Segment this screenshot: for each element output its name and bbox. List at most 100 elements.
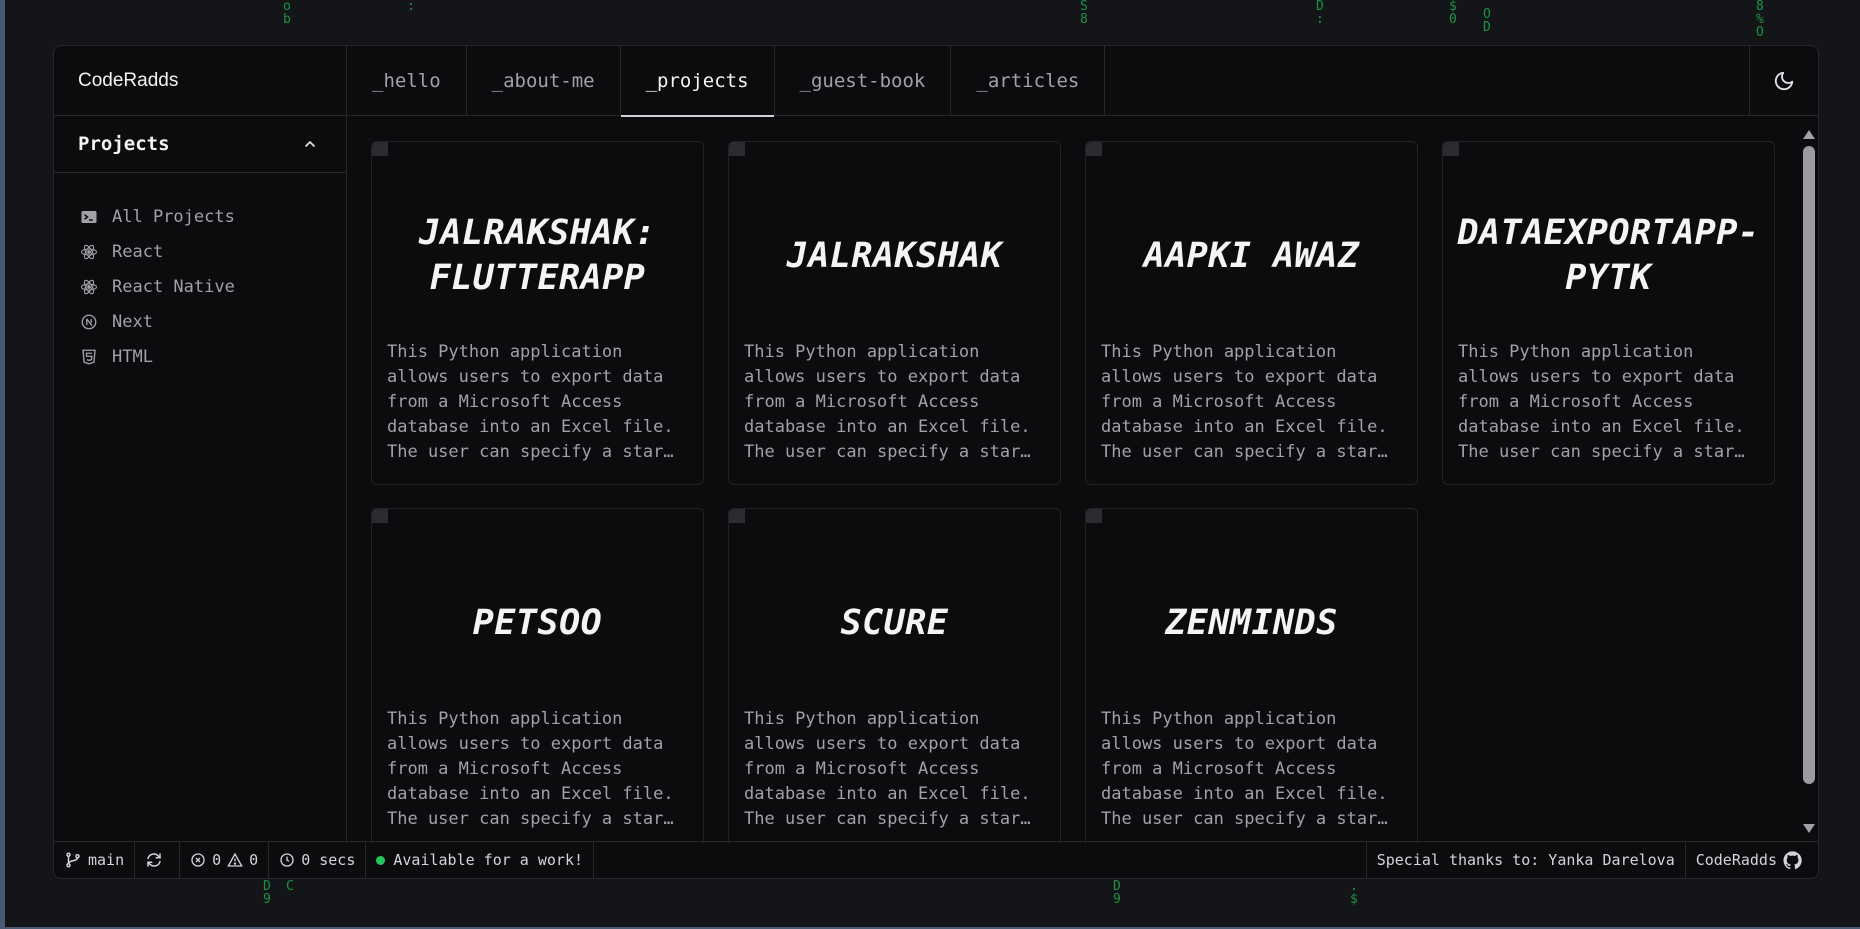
project-card[interactable]: ZENMINDS This Python application allows us… — [1085, 508, 1418, 843]
tab-articles[interactable]: _articles — [951, 46, 1106, 116]
matrix-glyph: D 9 — [1113, 879, 1121, 907]
project-description: This Python application allows users to e… — [1101, 340, 1402, 465]
scrollbar[interactable] — [1800, 116, 1818, 843]
matrix-glyph: o b — [283, 0, 291, 27]
project-card[interactable]: JALRAKSHAK: FLUTTERAPP This Python applica… — [371, 141, 704, 485]
sidebar: Projects All Projects React React Native… — [54, 116, 347, 843]
matrix-glyph: $ 0 — [1449, 0, 1457, 27]
description-line: The user can specify a star… — [744, 442, 1031, 462]
project-card[interactable]: DATAEXPORTAPP- PYTK This Python applicatio… — [1442, 141, 1775, 485]
github-link[interactable]: CodeRadds — [1684, 841, 1818, 878]
availability-status: Available for a work! — [366, 841, 595, 878]
project-title: JALRAKSHAK — [737, 186, 1052, 326]
description-line: database into an Excel file. — [744, 417, 1031, 437]
tab-hello[interactable]: _hello — [347, 46, 467, 116]
sidebar-header[interactable]: Projects — [54, 116, 346, 173]
matrix-glyph: S 8 — [1080, 0, 1088, 27]
project-title-line: ZENMINDS — [1165, 602, 1338, 643]
project-title: PETSOO — [380, 553, 695, 693]
description-line: from a Microsoft Access — [387, 392, 623, 412]
project-description: This Python application allows users to e… — [744, 707, 1045, 832]
problems-indicator[interactable]: 0 0 — [180, 841, 270, 878]
card-thumbnail-placeholder — [372, 509, 388, 523]
tab-guest-book[interactable]: _guest-book — [775, 46, 952, 116]
scrollbar-thumb[interactable] — [1803, 146, 1815, 784]
html5-icon — [80, 348, 98, 366]
card-thumbnail-placeholder — [1086, 509, 1102, 523]
matrix-glyph: . $ — [1350, 879, 1358, 907]
matrix-glyph: O D — [1483, 7, 1491, 35]
tab-about-me[interactable]: _about-me — [467, 46, 621, 116]
card-thumbnail-placeholder — [729, 142, 745, 156]
project-description: This Python application allows users to e… — [1101, 707, 1402, 832]
project-title-line: PYTK — [1565, 258, 1652, 298]
project-title-line: FLUTTERAPP — [429, 258, 646, 298]
project-card[interactable]: JALRAKSHAK This Python application allows … — [728, 141, 1061, 485]
git-branch-icon — [66, 852, 80, 868]
description-line: allows users to export data — [387, 734, 664, 754]
window-edge — [0, 0, 5, 929]
description-line: This Python application — [744, 342, 980, 362]
scroll-up-arrow[interactable] — [1803, 130, 1815, 139]
sync-button[interactable] — [135, 841, 181, 878]
react-icon — [80, 243, 98, 261]
branch-name: main — [88, 851, 125, 869]
project-card[interactable]: PETSOO This Python application allows user… — [371, 508, 704, 843]
chevron-up-icon[interactable] — [302, 136, 318, 152]
git-branch[interactable]: main — [54, 841, 136, 878]
projects-grid: JALRAKSHAK: FLUTTERAPP This Python applica… — [347, 116, 1818, 843]
project-title-line: JALRAKSHAK — [786, 235, 1003, 276]
brand-name[interactable]: CodeRadds — [54, 46, 347, 116]
status-dot — [376, 855, 386, 865]
credits[interactable]: Special thanks to: Yanka Darelova — [1365, 841, 1685, 878]
description-line: The user can specify a star… — [1101, 442, 1388, 462]
sidebar-item-next[interactable]: Next — [80, 304, 346, 339]
project-title-line: JALRAKSHAK: — [418, 213, 657, 253]
project-card[interactable]: AAPKI AWAZ This Python application allows … — [1085, 141, 1418, 485]
warning-count: 0 — [249, 851, 259, 869]
project-title: SCURE — [737, 553, 1052, 693]
sidebar-list: All Projects React React Native Next HTM… — [54, 173, 346, 374]
description-line: The user can specify a star… — [1101, 809, 1388, 829]
project-card[interactable]: SCURE This Python application allows users… — [728, 508, 1061, 843]
description-line: from a Microsoft Access — [1101, 392, 1337, 412]
description-line: allows users to export data — [1101, 367, 1378, 387]
app-window: CodeRadds _hello _about-me _projects _gu… — [53, 45, 1819, 879]
credits-text: Special thanks to: Yanka Darelova — [1376, 851, 1675, 869]
sidebar-item-html[interactable]: HTML — [80, 339, 346, 374]
sidebar-item-all-projects[interactable]: All Projects — [80, 199, 346, 234]
time-indicator: 0 secs — [269, 841, 367, 878]
matrix-glyph: 8 % O — [1756, 0, 1764, 40]
repo-name: CodeRadds — [1695, 851, 1777, 869]
description-line: The user can specify a star… — [744, 809, 1031, 829]
description-line: database into an Excel file. — [387, 784, 674, 804]
scroll-down-arrow[interactable] — [1803, 824, 1815, 833]
availability-text: Available for a work! — [393, 851, 584, 869]
project-title-line: AAPKI AWAZ — [1143, 235, 1360, 276]
project-title-line: DATAEXPORTAPP- — [1457, 213, 1760, 253]
matrix-glyph: C — [286, 879, 294, 894]
description-line: database into an Excel file. — [1458, 417, 1745, 437]
description-line: The user can specify a star… — [387, 809, 674, 829]
theme-toggle-button[interactable] — [1749, 46, 1818, 116]
sidebar-item-react[interactable]: React — [80, 234, 346, 269]
description-line: database into an Excel file. — [744, 784, 1031, 804]
description-line: from a Microsoft Access — [744, 392, 980, 412]
nav-tabs: _hello _about-me _projects _guest-book _… — [347, 46, 1106, 117]
description-line: database into an Excel file. — [1101, 784, 1388, 804]
tab-projects[interactable]: _projects — [620, 46, 775, 117]
description-line: from a Microsoft Access — [1101, 759, 1337, 779]
description-line: The user can specify a star… — [1458, 442, 1745, 462]
description-line: allows users to export data — [387, 367, 664, 387]
sidebar-item-label: React Native — [112, 276, 235, 297]
sidebar-item-label: Next — [112, 311, 153, 332]
description-line: from a Microsoft Access — [1458, 392, 1694, 412]
card-thumbnail-placeholder — [1443, 142, 1459, 156]
project-title: AAPKI AWAZ — [1094, 186, 1409, 326]
sidebar-item-react-native[interactable]: React Native — [80, 269, 346, 304]
status-bar-right: Special thanks to: Yanka Darelova CodeRa… — [1365, 841, 1818, 878]
project-title: DATAEXPORTAPP- PYTK — [1451, 186, 1766, 326]
matrix-glyph: D : — [1316, 0, 1324, 27]
description-line: This Python application — [1101, 342, 1337, 362]
sidebar-title: Projects — [78, 133, 170, 155]
